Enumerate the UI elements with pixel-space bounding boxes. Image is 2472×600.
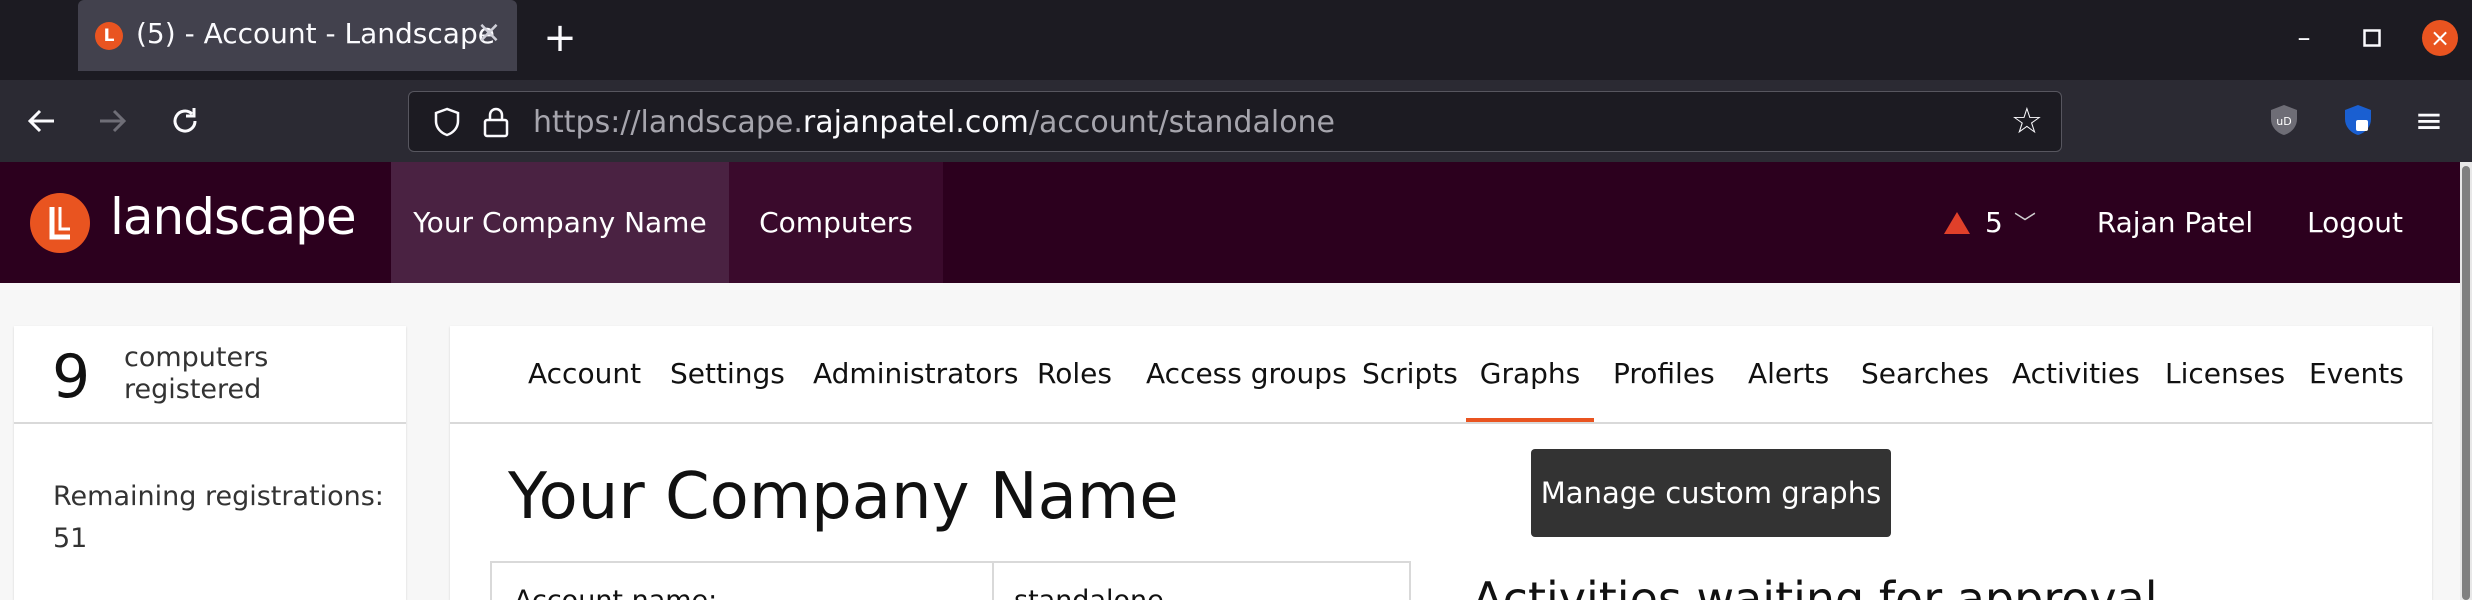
tab-events[interactable]: Events bbox=[2309, 326, 2404, 422]
landscape-header: landscape Your Company Name Computers 5 … bbox=[0, 162, 2460, 283]
scrollbar-thumb[interactable] bbox=[2462, 166, 2470, 600]
svg-text:uD: uD bbox=[2276, 115, 2291, 128]
minimize-icon[interactable]: – bbox=[2284, 18, 2324, 58]
tab-graphs[interactable]: Graphs bbox=[1466, 326, 1594, 422]
menu-hamburger-icon[interactable]: ≡ bbox=[2406, 98, 2452, 144]
nav-computers[interactable]: Computers bbox=[729, 162, 943, 283]
landscape-logo-icon[interactable] bbox=[30, 193, 90, 253]
ublock-shield-icon[interactable]: uD bbox=[2266, 102, 2302, 138]
maximize-icon[interactable] bbox=[2352, 18, 2392, 58]
reload-icon[interactable] bbox=[162, 98, 208, 144]
url-path: /account/standalone bbox=[1028, 105, 1336, 140]
tab-account[interactable]: Account bbox=[528, 326, 641, 422]
tab-alerts[interactable]: Alerts bbox=[1748, 326, 1829, 422]
page-title: Your Company Name bbox=[508, 460, 1179, 534]
bookmark-star-icon[interactable]: ☆ bbox=[2011, 102, 2043, 142]
logout-link[interactable]: Logout bbox=[2290, 162, 2420, 283]
new-tab-icon[interactable]: + bbox=[540, 18, 580, 58]
landscape-favicon-icon: L bbox=[95, 22, 123, 50]
browser-nav-bar: https://landscape.rajanpatel.com/account… bbox=[0, 80, 2472, 162]
page-scrollbar[interactable] bbox=[2460, 162, 2472, 600]
account-name-label: Account name: bbox=[514, 585, 717, 600]
computers-registered-label: computers registered bbox=[124, 342, 269, 405]
tab-close-icon[interactable]: × bbox=[474, 18, 504, 48]
logo-text[interactable]: landscape bbox=[110, 188, 357, 246]
account-subnav: Account Settings Administrators Roles Ac… bbox=[450, 326, 2432, 424]
tab-settings[interactable]: Settings bbox=[670, 326, 785, 422]
tab-access-groups[interactable]: Access groups bbox=[1146, 326, 1347, 422]
table-column-divider bbox=[992, 563, 994, 600]
account-name-value: standalone bbox=[1014, 585, 1164, 600]
forward-arrow-icon[interactable] bbox=[90, 98, 136, 144]
tab-administrators[interactable]: Administrators bbox=[813, 326, 1018, 422]
tracking-shield-icon[interactable] bbox=[431, 106, 463, 138]
chevron-down-icon[interactable]: ﹀ bbox=[2014, 206, 2036, 238]
lock-icon[interactable] bbox=[481, 106, 511, 138]
account-info-table: Account name: standalone bbox=[490, 561, 1411, 600]
account-card: Account Settings Administrators Roles Ac… bbox=[450, 326, 2432, 600]
remaining-registrations: Remaining registrations: 51 bbox=[53, 476, 384, 560]
manage-custom-graphs-button[interactable]: Manage custom graphs bbox=[1531, 449, 1891, 537]
tab-scripts[interactable]: Scripts bbox=[1362, 326, 1458, 422]
privacy-badge-icon[interactable] bbox=[2340, 102, 2376, 138]
tab-title: (5) - Account - Landscape bbox=[136, 17, 495, 50]
computer-count: 9 bbox=[52, 342, 91, 412]
remaining-value: 51 bbox=[53, 523, 88, 554]
tab-activities[interactable]: Activities bbox=[2012, 326, 2140, 422]
tab-searches[interactable]: Searches bbox=[1861, 326, 1989, 422]
window-close-icon[interactable]: × bbox=[2422, 20, 2458, 56]
remaining-label: Remaining registrations: bbox=[53, 481, 384, 512]
user-menu[interactable]: Rajan Patel bbox=[2090, 162, 2260, 283]
activities-heading: Activities waiting for approval bbox=[1472, 572, 2158, 600]
back-arrow-icon[interactable] bbox=[18, 98, 64, 144]
tab-licenses[interactable]: Licenses bbox=[2165, 326, 2285, 422]
browser-tab-bar: L (5) - Account - Landscape × + – × bbox=[0, 0, 2472, 80]
alert-warning-icon[interactable] bbox=[1944, 212, 1970, 234]
address-bar[interactable]: https://landscape.rajanpatel.com/account… bbox=[408, 91, 2062, 152]
tab-profiles[interactable]: Profiles bbox=[1613, 326, 1715, 422]
divider bbox=[14, 422, 406, 424]
tab-roles[interactable]: Roles bbox=[1037, 326, 1112, 422]
nav-company-name[interactable]: Your Company Name bbox=[391, 162, 729, 283]
url-prefix: https://landscape. bbox=[533, 105, 803, 140]
browser-tab[interactable]: L (5) - Account - Landscape × bbox=[78, 0, 517, 71]
url-host: rajanpatel.com bbox=[802, 105, 1029, 140]
alert-count[interactable]: 5 bbox=[1985, 162, 2003, 283]
url-text[interactable]: https://landscape.rajanpatel.com/account… bbox=[533, 105, 1335, 140]
registrations-card: 9 computers registered Remaining registr… bbox=[14, 326, 406, 600]
